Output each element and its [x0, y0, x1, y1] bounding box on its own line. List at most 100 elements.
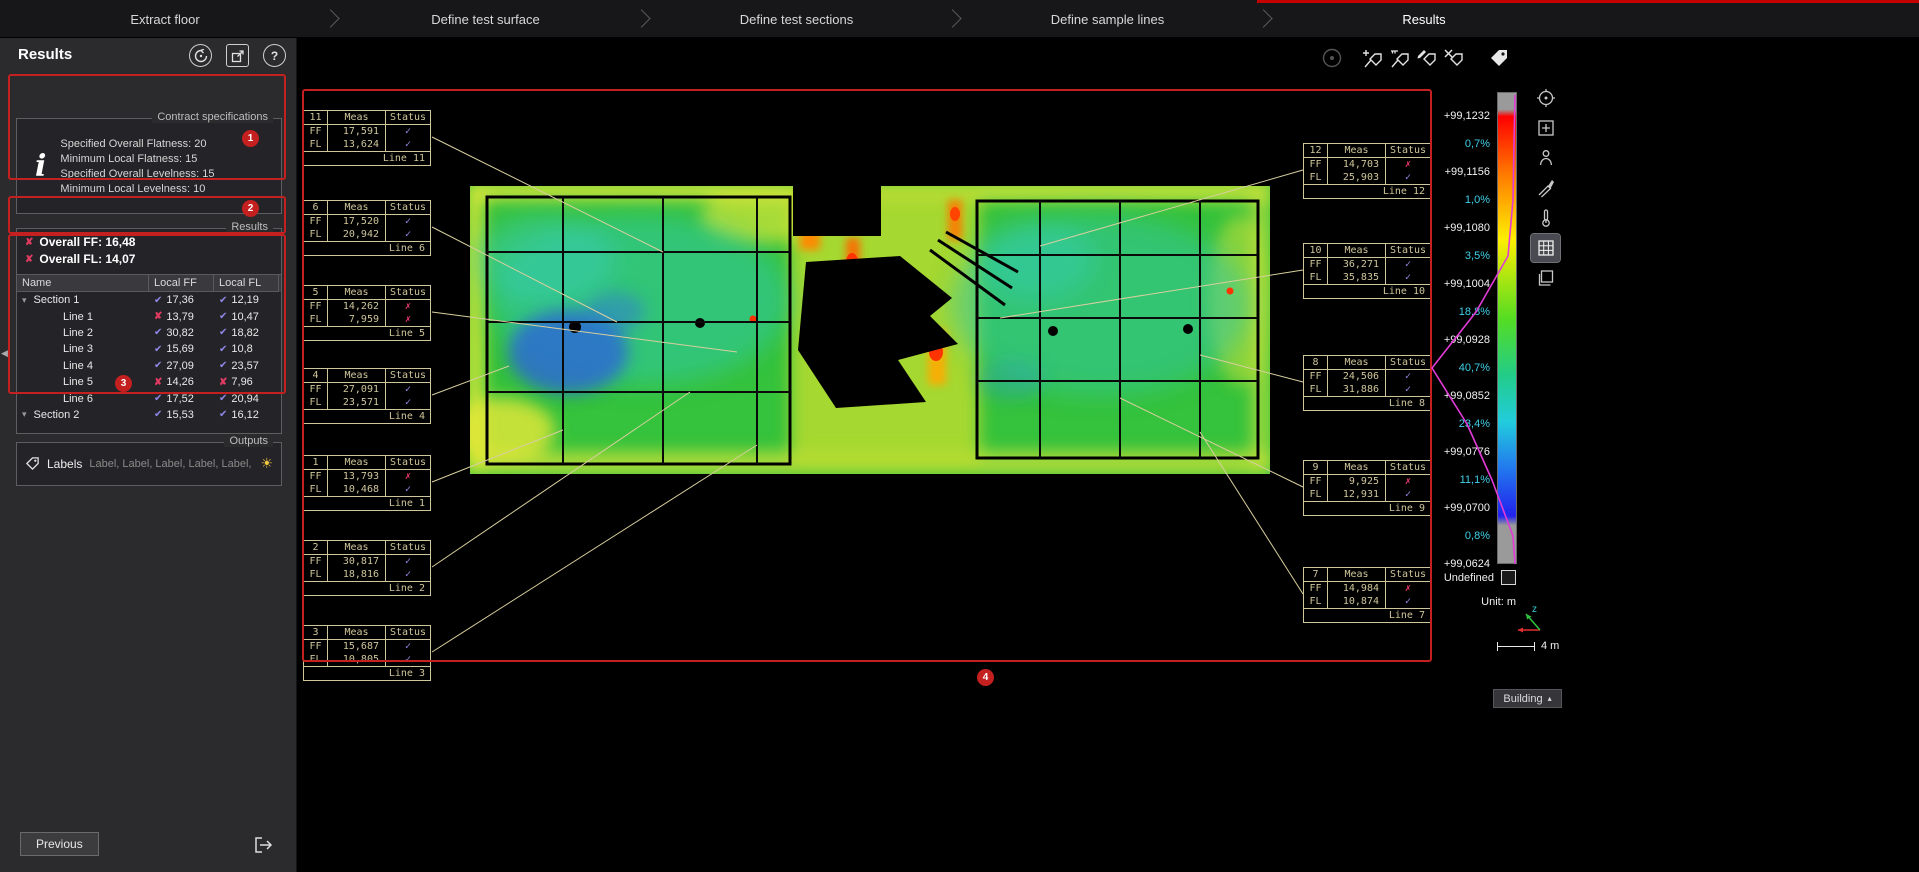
table-row[interactable]: ▾Section 1✔17,36✔12,19 — [17, 292, 281, 308]
label-status-header: Status — [386, 111, 430, 125]
legend-percent: 0,7% — [1404, 130, 1490, 158]
measurement-label[interactable]: 4MeasStatusFF27,091✓FL23,571✓Line 4 — [303, 368, 431, 424]
legend-elevation: +99,1232 — [1404, 102, 1490, 130]
legend-percent: 11,1% — [1404, 466, 1490, 494]
table-row[interactable]: Line 5✘14,26✘7,96 — [17, 374, 281, 390]
legend-percent: 3,5% — [1404, 242, 1490, 270]
label-line-name: Line 11 — [304, 151, 430, 165]
measurement-label[interactable]: 3MeasStatusFF15,687✓FL10,805✓Line 3 — [303, 625, 431, 681]
measurement-label[interactable]: 6MeasStatusFF17,520✓FL20,942✓Line 6 — [303, 200, 431, 256]
pass-check-icon: ✓ — [405, 556, 411, 567]
label-line-name: Line 4 — [304, 409, 430, 423]
axis-gizmo-icon: z — [1510, 600, 1552, 640]
legend-elevation: +99,1004 — [1404, 270, 1490, 298]
edit-labels-icon — [1416, 47, 1438, 69]
row-name: ▾Section 2 — [17, 409, 149, 421]
expander-icon[interactable]: ▾ — [22, 295, 27, 306]
label-brightness-button[interactable]: ☀ — [260, 455, 273, 472]
tags-visibility-button[interactable] — [1485, 45, 1512, 72]
nav-step-label: Define test sections — [740, 12, 853, 27]
legend-elevation: +99,0928 — [1404, 326, 1490, 354]
ff-key: FF — [304, 470, 328, 483]
nav-step-label: Define sample lines — [1051, 12, 1164, 27]
table-row[interactable]: Line 6✔17,52✔20,94 — [17, 390, 281, 406]
clear-labels-button[interactable] — [1440, 45, 1467, 72]
undefined-checkbox[interactable] — [1501, 570, 1516, 585]
measurement-label[interactable]: 2MeasStatusFF30,817✓FL18,816✓Line 2 — [303, 540, 431, 596]
expander-icon[interactable]: ▾ — [22, 409, 27, 420]
pass-check-icon: ✔ — [154, 344, 162, 355]
tag-icon — [25, 456, 40, 471]
fit-view-button[interactable] — [1531, 114, 1560, 142]
table-row[interactable]: Line 4✔27,09✔23,57 — [17, 358, 281, 374]
nav-step-define-test-surface[interactable]: Define test surface — [330, 0, 641, 38]
ff-status: ✓ — [386, 125, 430, 138]
annotation-badge-4: 4 — [977, 669, 994, 686]
table-row[interactable]: Line 2✔30,82✔18,82 — [17, 325, 281, 341]
label-line-name: Line 5 — [304, 326, 430, 340]
labels-toggle[interactable]: Labels — [47, 457, 82, 471]
compass-tool-button[interactable] — [1318, 45, 1345, 72]
ff-value: 17,520 — [328, 215, 386, 228]
elevation-colorbar[interactable] — [1497, 92, 1517, 564]
measurement-label[interactable]: 1MeasStatusFF13,793✗FL10,468✓Line 1 — [303, 455, 431, 511]
row-local-ff: ✘13,79 — [149, 311, 214, 323]
overall-ff-row: ✘ Overall FF: 16,48 — [25, 235, 273, 249]
ff-key: FF — [1304, 158, 1328, 171]
measurement-label[interactable]: 5MeasStatusFF14,262✗FL7,959✗Line 5 — [303, 285, 431, 341]
table-row[interactable]: Line 1✘13,79✔10,47 — [17, 308, 281, 324]
previous-button[interactable]: Previous — [20, 832, 99, 856]
table-row[interactable]: ▾Section 2✔15,53✔16,12 — [17, 407, 281, 423]
ff-value: 17,591 — [328, 125, 386, 138]
edit-labels-button[interactable] — [1413, 45, 1440, 72]
fl-status: ✓ — [386, 483, 430, 496]
collapse-panel-button[interactable]: ◀ — [1, 348, 8, 359]
floor-grid-view-button[interactable] — [1531, 234, 1560, 262]
measure-label-button[interactable] — [1386, 45, 1413, 72]
legend-elevation: +99,1156 — [1404, 158, 1490, 186]
view-toolbar — [1531, 84, 1560, 292]
contract-line: Minimum Local Flatness: 15 — [60, 153, 214, 165]
orbit-view-button[interactable] — [1531, 84, 1560, 112]
nav-step-results[interactable]: Results — [1263, 0, 1585, 38]
open-report-button[interactable] — [226, 44, 249, 67]
add-label-button[interactable] — [1359, 45, 1386, 72]
label-number: 9 — [1304, 461, 1328, 475]
label-number: 12 — [1304, 144, 1328, 158]
row-name: Line 1 — [17, 311, 149, 323]
label-status-header: Status — [386, 456, 430, 470]
ff-status: ✓ — [386, 383, 430, 396]
thermometer-tool-button[interactable] — [1531, 204, 1560, 232]
floor-grid-icon — [1536, 238, 1556, 258]
help-button[interactable]: ? — [263, 44, 286, 67]
fl-value: 23,571 — [328, 396, 386, 409]
ff-value: 14,984 — [1328, 582, 1386, 595]
nav-step-define-sample-lines[interactable]: Define sample lines — [952, 0, 1263, 38]
table-row[interactable]: Line 3✔15,69✔10,8 — [17, 341, 281, 357]
fl-key: FL — [304, 396, 328, 409]
row-name: ▾Section 1 — [17, 294, 149, 306]
fl-status: ✓ — [386, 653, 430, 666]
layers-button[interactable] — [1531, 264, 1560, 292]
label-line-name: Line 7 — [1304, 608, 1430, 622]
history-icon — [194, 49, 208, 63]
nav-filler — [1585, 0, 1919, 37]
fl-value: 20,942 — [328, 228, 386, 241]
person-view-button[interactable] — [1531, 144, 1560, 172]
nav-step-define-test-sections[interactable]: Define test sections — [641, 0, 952, 38]
measurement-label[interactable]: 11MeasStatusFF17,591✓FL13,624✓Line 11 — [303, 110, 431, 166]
paint-tool-button[interactable] — [1531, 174, 1560, 202]
export-results-button[interactable] — [248, 832, 280, 858]
reset-view-button[interactable] — [189, 44, 212, 67]
label-meas-header: Meas — [1328, 356, 1386, 370]
results-table-header: Name Local FF Local FL — [17, 275, 281, 292]
row-local-fl: ✔18,82 — [214, 327, 279, 339]
label-line-name: Line 2 — [304, 581, 430, 595]
pass-check-icon: ✔ — [154, 393, 162, 404]
label-line-name: Line 1 — [304, 496, 430, 510]
fl-value: 18,816 — [328, 568, 386, 581]
nav-step-extract-floor[interactable]: Extract floor — [0, 0, 330, 38]
unit-label: Unit: m — [1404, 596, 1516, 608]
floor-point-cloud — [445, 182, 1272, 474]
building-selector[interactable]: Building ▴ — [1493, 689, 1562, 708]
